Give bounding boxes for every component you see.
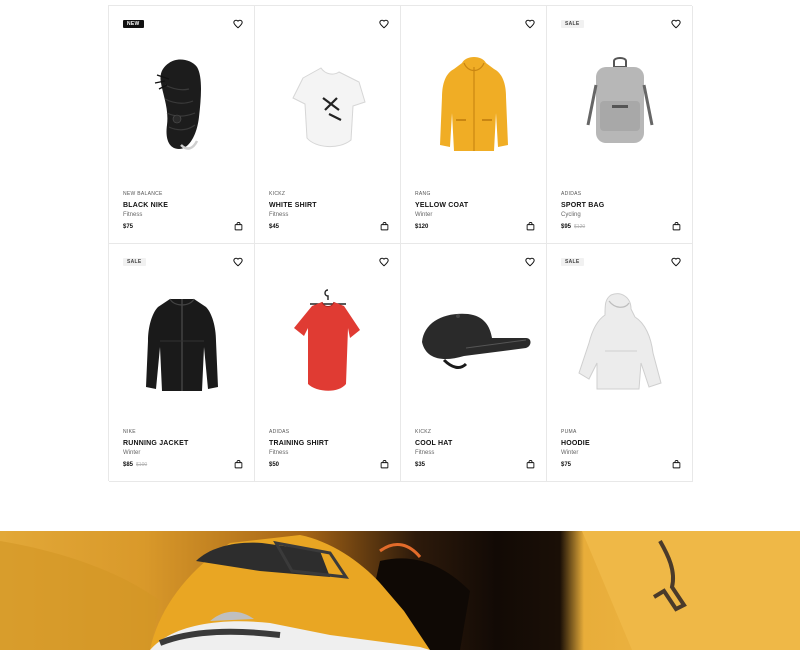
product-name[interactable]: WHITE SHIRT [269,202,317,209]
product-price: $45 [269,224,279,230]
product-brand: KICKZ [269,191,286,197]
product-brand: NIKE [123,429,136,435]
product-image[interactable] [559,274,681,412]
product-image[interactable] [121,36,243,174]
product-card[interactable]: NEW NEW BALANCE BLACK NIKE Fitness $75 [109,6,255,244]
product-image[interactable] [413,274,535,412]
product-price: $50 [269,462,279,468]
product-name[interactable]: HOODIE [561,440,590,447]
product-card[interactable]: ADIDAS TRAINING SHIRT Fitness $50 [255,244,401,482]
product-card[interactable]: KICKZ WHITE SHIRT Fitness $45 [255,6,401,244]
heart-icon[interactable] [233,19,243,29]
product-grid: NEW NEW BALANCE BLACK NIKE Fitness $75 K… [108,5,693,482]
promo-banner[interactable] [0,531,800,650]
product-name[interactable]: TRAINING SHIRT [269,440,329,447]
current-price: $75 [561,462,572,468]
product-price: $120 [415,224,428,230]
product-name[interactable]: COOL HAT [415,440,453,447]
heart-icon[interactable] [671,257,681,267]
product-brand: PUMA [561,429,577,435]
shopping-bag-icon[interactable] [380,460,389,469]
product-category: Winter [415,212,433,218]
product-category: Fitness [415,450,435,456]
product-brand: ADIDAS [561,191,582,197]
product-name[interactable]: YELLOW COAT [415,202,468,209]
product-image[interactable] [267,274,389,412]
heart-icon[interactable] [379,257,389,267]
shopping-bag-icon[interactable] [672,460,681,469]
shopping-bag-icon[interactable] [234,222,243,231]
product-card[interactable]: SALE PUMA HOODIE Winter $75 [547,244,693,482]
product-image[interactable] [267,36,389,174]
product-image[interactable] [559,36,681,174]
product-image[interactable] [413,36,535,174]
product-category: Fitness [269,450,289,456]
current-price: $50 [269,462,280,468]
product-price: $95 $120 [561,224,585,230]
product-price: $75 [123,224,133,230]
shopping-bag-icon[interactable] [672,222,681,231]
product-price: $85 $100 [123,462,147,468]
product-brand: ADIDAS [269,429,290,435]
current-price: $85 [123,462,134,468]
product-price: $35 [415,462,425,468]
product-category: Fitness [269,212,289,218]
shopping-bag-icon[interactable] [526,222,535,231]
product-name[interactable]: SPORT BAG [561,202,604,209]
heart-icon[interactable] [233,257,243,267]
product-name[interactable]: RUNNING JACKET [123,440,188,447]
shopping-bag-icon[interactable] [380,222,389,231]
sale-badge: SALE [561,258,584,266]
sale-badge: SALE [561,20,584,28]
product-name[interactable]: BLACK NIKE [123,202,168,209]
heart-icon[interactable] [379,19,389,29]
old-price: $100 [136,462,148,468]
sneaker-banner-image [0,531,800,650]
heart-icon[interactable] [525,19,535,29]
product-brand: KICKZ [415,429,432,435]
current-price: $120 [415,224,429,230]
heart-icon[interactable] [671,19,681,29]
shopping-bag-icon[interactable] [234,460,243,469]
product-card[interactable]: SALE NIKE RUNNING JACKET Winter $85 $100 [109,244,255,482]
product-brand: RANG [415,191,431,197]
product-card[interactable]: KICKZ COOL HAT Fitness $35 [401,244,547,482]
current-price: $75 [123,224,134,230]
old-price: $120 [574,224,586,230]
product-image[interactable] [121,274,243,412]
new-badge: NEW [123,20,144,28]
shopping-bag-icon[interactable] [526,460,535,469]
product-brand: NEW BALANCE [123,191,163,197]
current-price: $45 [269,224,280,230]
product-card[interactable]: RANG YELLOW COAT Winter $120 [401,6,547,244]
product-card[interactable]: SALE ADIDAS SPORT BAG Cycling $95 $120 [547,6,693,244]
current-price: $95 [561,224,572,230]
product-category: Winter [123,450,141,456]
product-price: $75 [561,462,571,468]
heart-icon[interactable] [525,257,535,267]
product-category: Cycling [561,212,581,218]
product-category: Winter [561,450,579,456]
current-price: $35 [415,462,426,468]
sale-badge: SALE [123,258,146,266]
product-category: Fitness [123,212,143,218]
